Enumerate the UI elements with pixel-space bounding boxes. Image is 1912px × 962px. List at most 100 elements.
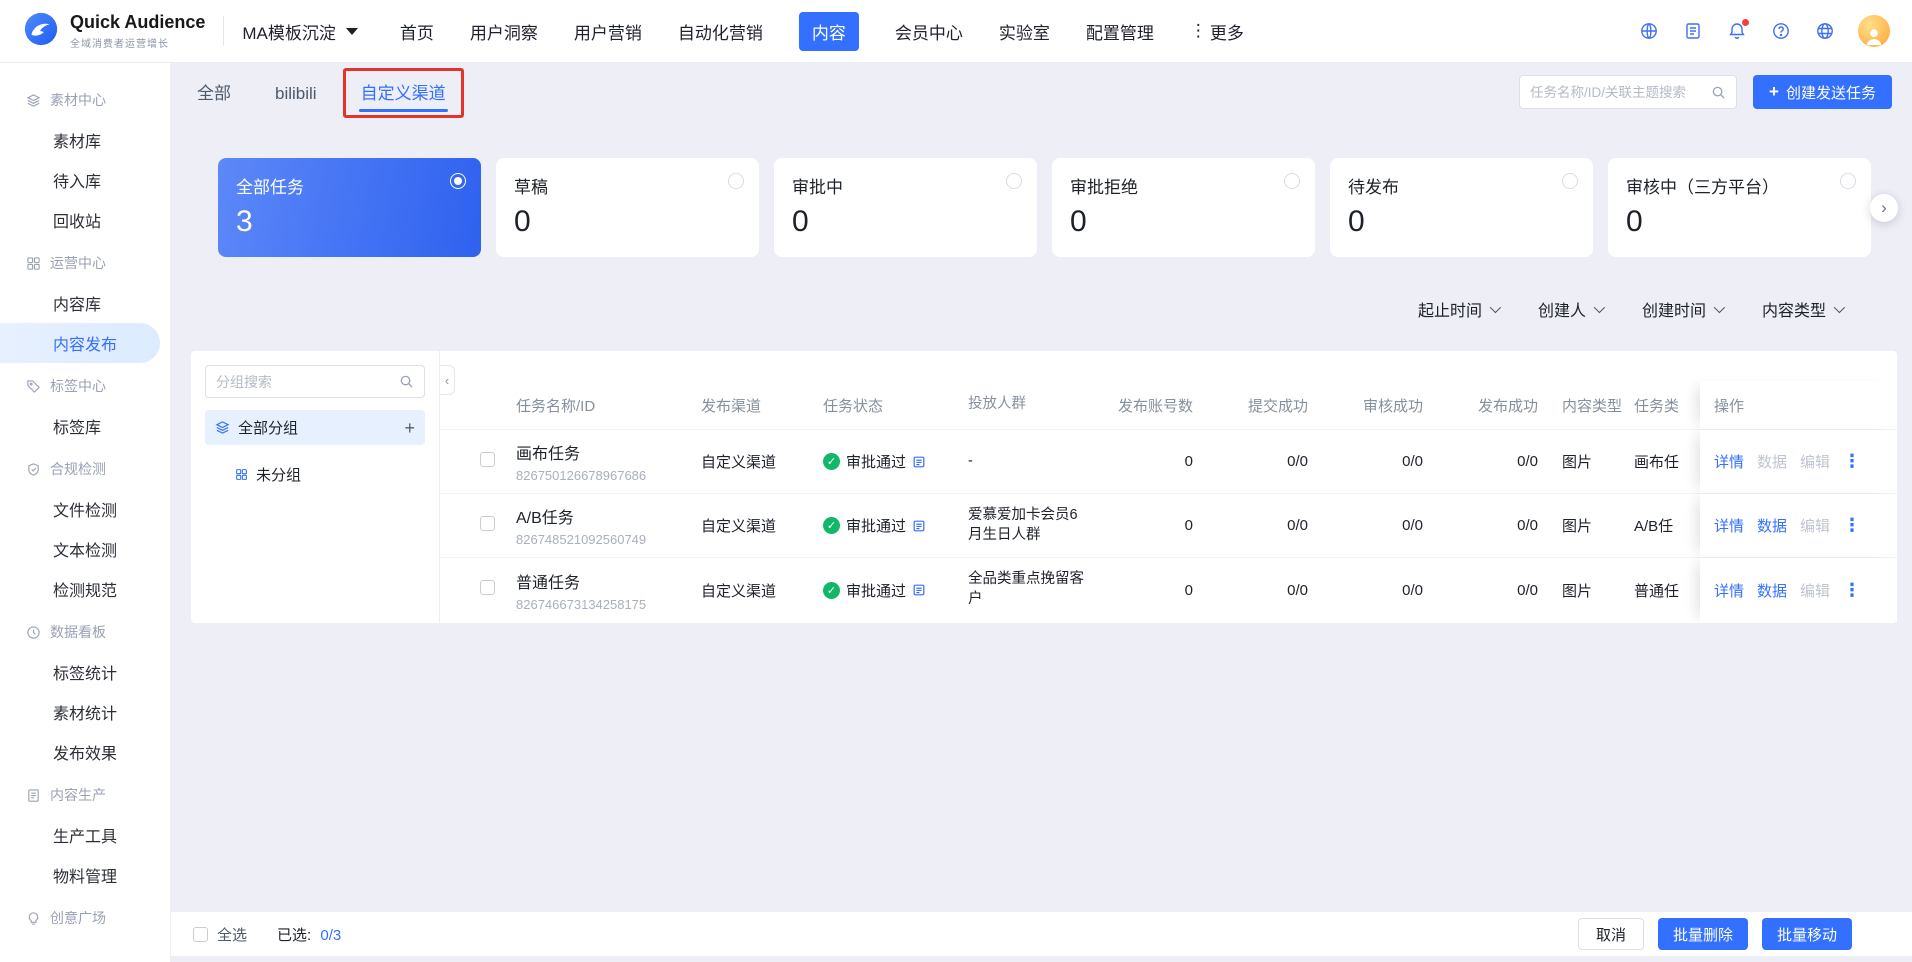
- select-all-checkbox[interactable]: [193, 926, 208, 942]
- sidebar-section-dashboard[interactable]: 数据看板: [0, 612, 170, 652]
- sidebar-item-recycle-bin[interactable]: 回收站: [0, 200, 170, 240]
- filter-create-time[interactable]: 创建时间: [1642, 297, 1726, 321]
- workspace-selector[interactable]: MA模板沉淀: [242, 19, 358, 44]
- tab-all[interactable]: 全部: [195, 60, 233, 121]
- sidebar-section-material-center[interactable]: 素材中心: [0, 80, 170, 120]
- nav-user-marketing[interactable]: 用户营销: [574, 19, 642, 44]
- radio-selected-icon[interactable]: [450, 173, 466, 189]
- task-panel: 全部分组 + 未分组 ‹ 任务名称/ID 发布渠道 任务状态 投放人群 发布账号…: [191, 351, 1897, 623]
- service-icon[interactable]: [1638, 20, 1660, 42]
- collapse-group-panel-button[interactable]: ‹: [440, 365, 455, 395]
- sidebar-item-material-stats[interactable]: 素材统计: [0, 692, 170, 732]
- radio-icon[interactable]: [1006, 173, 1022, 189]
- document-icon[interactable]: [1682, 20, 1704, 42]
- approval-record-icon[interactable]: [912, 519, 926, 533]
- detail-link[interactable]: 详情: [1714, 515, 1744, 536]
- nav-content[interactable]: 内容: [798, 11, 859, 51]
- status-card-approving[interactable]: 审批中 0: [774, 158, 1037, 257]
- sidebar-item-production-tools[interactable]: 生产工具: [0, 815, 170, 855]
- row-checkbox[interactable]: [480, 580, 495, 595]
- sidebar-item-tag-library[interactable]: 标签库: [0, 406, 170, 446]
- task-name: 普通任务: [516, 574, 581, 592]
- sidebar-item-pending-storage[interactable]: 待入库: [0, 160, 170, 200]
- task-type: A/B任: [1634, 518, 1674, 535]
- more-actions-icon[interactable]: ⋮: [1843, 515, 1861, 536]
- nav-marketing-automation[interactable]: 自动化营销: [678, 19, 763, 44]
- sidebar-item-material-management[interactable]: 物料管理: [0, 855, 170, 895]
- task-type: 普通任: [1634, 582, 1680, 600]
- filters-row: 起止时间 创建人 创建时间 内容类型: [171, 257, 1912, 321]
- group-search-input[interactable]: [216, 373, 393, 390]
- sidebar-item-content-library[interactable]: 内容库: [0, 283, 170, 323]
- status-card-draft[interactable]: 草稿 0: [496, 158, 759, 257]
- filter-content-type[interactable]: 内容类型: [1762, 297, 1846, 321]
- nav-user-insight[interactable]: 用户洞察: [470, 19, 538, 44]
- radio-icon[interactable]: [1284, 173, 1300, 189]
- radio-icon[interactable]: [1562, 173, 1578, 189]
- search-icon[interactable]: [1711, 85, 1726, 100]
- more-vertical-icon: ⋮: [1189, 21, 1207, 40]
- create-send-task-button[interactable]: + 创建发送任务: [1753, 75, 1892, 109]
- row-checkbox[interactable]: [480, 451, 495, 467]
- filter-creator[interactable]: 创建人: [1537, 297, 1606, 321]
- sidebar-item-material-library[interactable]: 素材库: [0, 120, 170, 160]
- batch-move-button[interactable]: 批量移动: [1761, 918, 1852, 950]
- tab-custom-channel[interactable]: 自定义渠道: [342, 60, 464, 121]
- active-tab-underline: [358, 109, 448, 112]
- detail-link[interactable]: 详情: [1714, 451, 1744, 472]
- help-icon[interactable]: [1770, 20, 1792, 42]
- group-item-ungrouped[interactable]: 未分组: [205, 457, 425, 492]
- detail-link[interactable]: 详情: [1714, 580, 1744, 601]
- clock-icon: [27, 625, 40, 639]
- approval-record-icon[interactable]: [912, 455, 926, 469]
- radio-icon[interactable]: [1840, 173, 1856, 189]
- sidebar-item-check-rules[interactable]: 检测规范: [0, 569, 170, 609]
- language-icon[interactable]: [1814, 20, 1836, 42]
- more-actions-icon[interactable]: ⋮: [1843, 451, 1861, 472]
- cards-scroll-right-button[interactable]: ›: [1870, 193, 1898, 222]
- radio-icon[interactable]: [728, 173, 744, 189]
- sidebar-section-operation-center[interactable]: 运营中心: [0, 243, 170, 283]
- task-search-input[interactable]: [1530, 84, 1706, 100]
- filter-date-range[interactable]: 起止时间: [1418, 297, 1502, 321]
- nav-home[interactable]: 首页: [400, 19, 434, 44]
- sidebar-item-content-publish[interactable]: 内容发布: [0, 323, 160, 363]
- selected-count: 0/3: [320, 926, 342, 944]
- sidebar-section-compliance[interactable]: 合规检测: [0, 449, 170, 489]
- cancel-button[interactable]: 取消: [1577, 918, 1644, 950]
- status-card-rejected[interactable]: 审批拒绝 0: [1052, 158, 1315, 257]
- sidebar-section-content-production[interactable]: 内容生产: [0, 775, 170, 815]
- sidebar-section-tag-center[interactable]: 标签中心: [0, 366, 170, 406]
- sidebar-item-text-check[interactable]: 文本检测: [0, 529, 170, 569]
- tab-bilibili[interactable]: bilibili: [273, 65, 319, 121]
- channel-tabs-row: 全部 bilibili 自定义渠道 + 创建发送任务: [171, 63, 1912, 121]
- nav-config[interactable]: 配置管理: [1086, 19, 1154, 44]
- col-reviewed: 审核成功: [1362, 397, 1423, 415]
- nav-member-center[interactable]: 会员中心: [895, 19, 963, 44]
- approval-record-icon[interactable]: [912, 583, 926, 597]
- status-card-third-party-review[interactable]: 审核中（三方平台） 0: [1608, 158, 1871, 257]
- task-type: 画布任: [1634, 454, 1680, 471]
- content-type: 图片: [1562, 518, 1593, 535]
- more-actions-icon[interactable]: ⋮: [1843, 580, 1861, 601]
- sidebar-item-tag-stats[interactable]: 标签统计: [0, 652, 170, 692]
- nav-more[interactable]: ⋮ 更多: [1190, 19, 1244, 44]
- nav-lab[interactable]: 实验室: [999, 19, 1050, 44]
- status-card-pending-publish[interactable]: 待发布 0: [1330, 158, 1593, 257]
- user-avatar[interactable]: [1858, 15, 1890, 47]
- sidebar-item-file-check[interactable]: 文件检测: [0, 489, 170, 529]
- filter-label: 创建人: [1537, 303, 1586, 320]
- search-icon[interactable]: [399, 374, 414, 389]
- batch-delete-button[interactable]: 批量删除: [1657, 918, 1748, 950]
- notifications-icon[interactable]: [1726, 19, 1749, 42]
- sidebar-item-publish-effect[interactable]: 发布效果: [0, 732, 170, 772]
- row-checkbox[interactable]: [480, 515, 495, 531]
- status-card-all-tasks[interactable]: 全部任务 3: [218, 158, 481, 257]
- tag-icon: [27, 379, 40, 393]
- accounts-count: 0: [1184, 517, 1193, 534]
- add-group-icon[interactable]: +: [404, 419, 415, 437]
- sidebar-section-creative-plaza[interactable]: 创意广场: [0, 898, 170, 938]
- group-item-all[interactable]: 全部分组 +: [205, 410, 425, 445]
- data-link[interactable]: 数据: [1757, 515, 1787, 536]
- data-link[interactable]: 数据: [1757, 580, 1787, 601]
